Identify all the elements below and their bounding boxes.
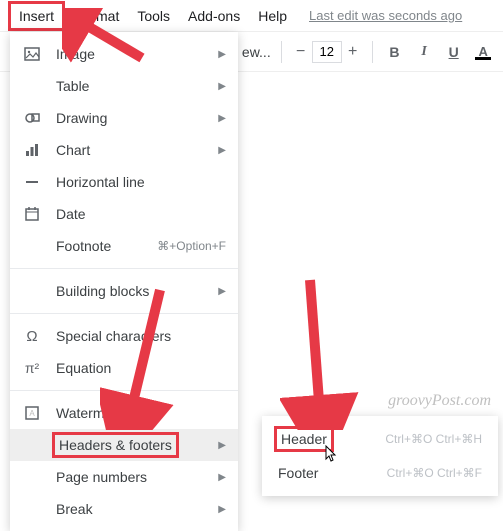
menu-shortcut: ⌘+Option+F xyxy=(157,239,226,253)
watermark-branding: groovyPost.com xyxy=(388,392,491,410)
menu-item-break[interactable]: Break ▶ xyxy=(10,493,238,525)
submenu-item-header[interactable]: Header Ctrl+⌘O Ctrl+⌘H xyxy=(262,422,498,456)
menu-item-table[interactable]: Table ▶ xyxy=(10,70,238,102)
special-chars-icon: Ω xyxy=(22,326,42,346)
menu-item-image[interactable]: Image ▶ xyxy=(10,38,238,70)
submenu-shortcut: Ctrl+⌘O Ctrl+⌘F xyxy=(387,466,482,480)
last-edit-text[interactable]: Last edit was seconds ago xyxy=(309,8,462,23)
chevron-right-icon: ▶ xyxy=(218,440,226,451)
menubar: Insert Format Tools Add-ons Help Last ed… xyxy=(0,0,503,32)
underline-button[interactable]: U xyxy=(442,40,466,64)
svg-text:A: A xyxy=(29,409,35,418)
submenu-item-footer[interactable]: Footer Ctrl+⌘O Ctrl+⌘F xyxy=(262,456,498,490)
font-size-controls: − + xyxy=(292,41,362,63)
submenu-shortcut: Ctrl+⌘O Ctrl+⌘H xyxy=(385,432,482,446)
chevron-right-icon: ▶ xyxy=(218,286,226,297)
menu-label: Headers & footers xyxy=(56,437,210,453)
font-name-partial[interactable]: ew... xyxy=(242,44,271,60)
menu-label: Page numbers xyxy=(56,469,210,485)
menu-item-date[interactable]: Date xyxy=(10,198,238,230)
table-icon xyxy=(22,76,42,96)
equation-icon: π² xyxy=(22,358,42,378)
horizontal-line-icon xyxy=(22,172,42,192)
chevron-right-icon: ▶ xyxy=(218,472,226,483)
chevron-right-icon: ▶ xyxy=(218,49,226,60)
building-blocks-icon xyxy=(22,281,42,301)
menu-item-chart[interactable]: Chart ▶ xyxy=(10,134,238,166)
menu-item-horizontal-line[interactable]: Horizontal line xyxy=(10,166,238,198)
date-icon xyxy=(22,204,42,224)
menu-separator xyxy=(10,268,238,269)
headers-footers-icon xyxy=(22,435,42,455)
font-size-minus[interactable]: − xyxy=(292,43,310,61)
watermark-icon: A xyxy=(22,403,42,423)
bold-button[interactable]: B xyxy=(383,40,407,64)
menu-label: Table xyxy=(56,78,210,94)
footnote-icon xyxy=(22,236,42,256)
menu-help[interactable]: Help xyxy=(250,4,295,28)
font-size-input[interactable] xyxy=(312,41,342,63)
menu-label: Break xyxy=(56,501,210,517)
drawing-icon xyxy=(22,108,42,128)
cursor-pointer-icon xyxy=(322,445,340,468)
italic-button[interactable]: I xyxy=(412,40,436,64)
menu-item-footnote[interactable]: Footnote ⌘+Option+F xyxy=(10,230,238,262)
menu-item-watermark[interactable]: A Watermark xyxy=(10,397,238,429)
menu-label: Drawing xyxy=(56,110,210,126)
menu-item-building-blocks[interactable]: Building blocks ▶ xyxy=(10,275,238,307)
menu-label: Footnote xyxy=(56,238,157,254)
menu-insert[interactable]: Insert xyxy=(8,1,65,31)
chevron-right-icon: ▶ xyxy=(218,113,226,124)
chart-icon xyxy=(22,140,42,160)
menu-item-equation[interactable]: π² Equation xyxy=(10,352,238,384)
menu-item-page-numbers[interactable]: Page numbers ▶ xyxy=(10,461,238,493)
menu-addons[interactable]: Add-ons xyxy=(180,4,248,28)
menu-label: Horizontal line xyxy=(56,174,226,190)
chevron-right-icon: ▶ xyxy=(218,81,226,92)
insert-dropdown: Image ▶ Table ▶ Drawing ▶ Chart ▶ Horizo… xyxy=(10,32,238,531)
menu-label: Watermark xyxy=(56,405,226,421)
menu-label: Special characters xyxy=(56,328,226,344)
headers-footers-submenu: Header Ctrl+⌘O Ctrl+⌘H Footer Ctrl+⌘O Ct… xyxy=(262,416,498,496)
menu-item-headers-footers[interactable]: Headers & footers ▶ xyxy=(10,429,238,461)
menu-label: Building blocks xyxy=(56,283,210,299)
menu-format[interactable]: Format xyxy=(67,4,127,28)
font-size-plus[interactable]: + xyxy=(344,43,362,61)
menu-separator xyxy=(10,390,238,391)
menu-item-drawing[interactable]: Drawing ▶ xyxy=(10,102,238,134)
chevron-right-icon: ▶ xyxy=(218,145,226,156)
chevron-right-icon: ▶ xyxy=(218,504,226,515)
menu-tools[interactable]: Tools xyxy=(129,4,178,28)
page-numbers-icon xyxy=(22,467,42,487)
text-color-button[interactable]: A xyxy=(471,40,495,64)
menu-label: Equation xyxy=(56,360,226,376)
menu-separator xyxy=(10,313,238,314)
menu-label: Image xyxy=(56,46,210,62)
image-icon xyxy=(22,44,42,64)
menu-item-special-chars[interactable]: Ω Special characters xyxy=(10,320,238,352)
menu-label: Chart xyxy=(56,142,210,158)
menu-label: Date xyxy=(56,206,226,222)
break-icon xyxy=(22,499,42,519)
